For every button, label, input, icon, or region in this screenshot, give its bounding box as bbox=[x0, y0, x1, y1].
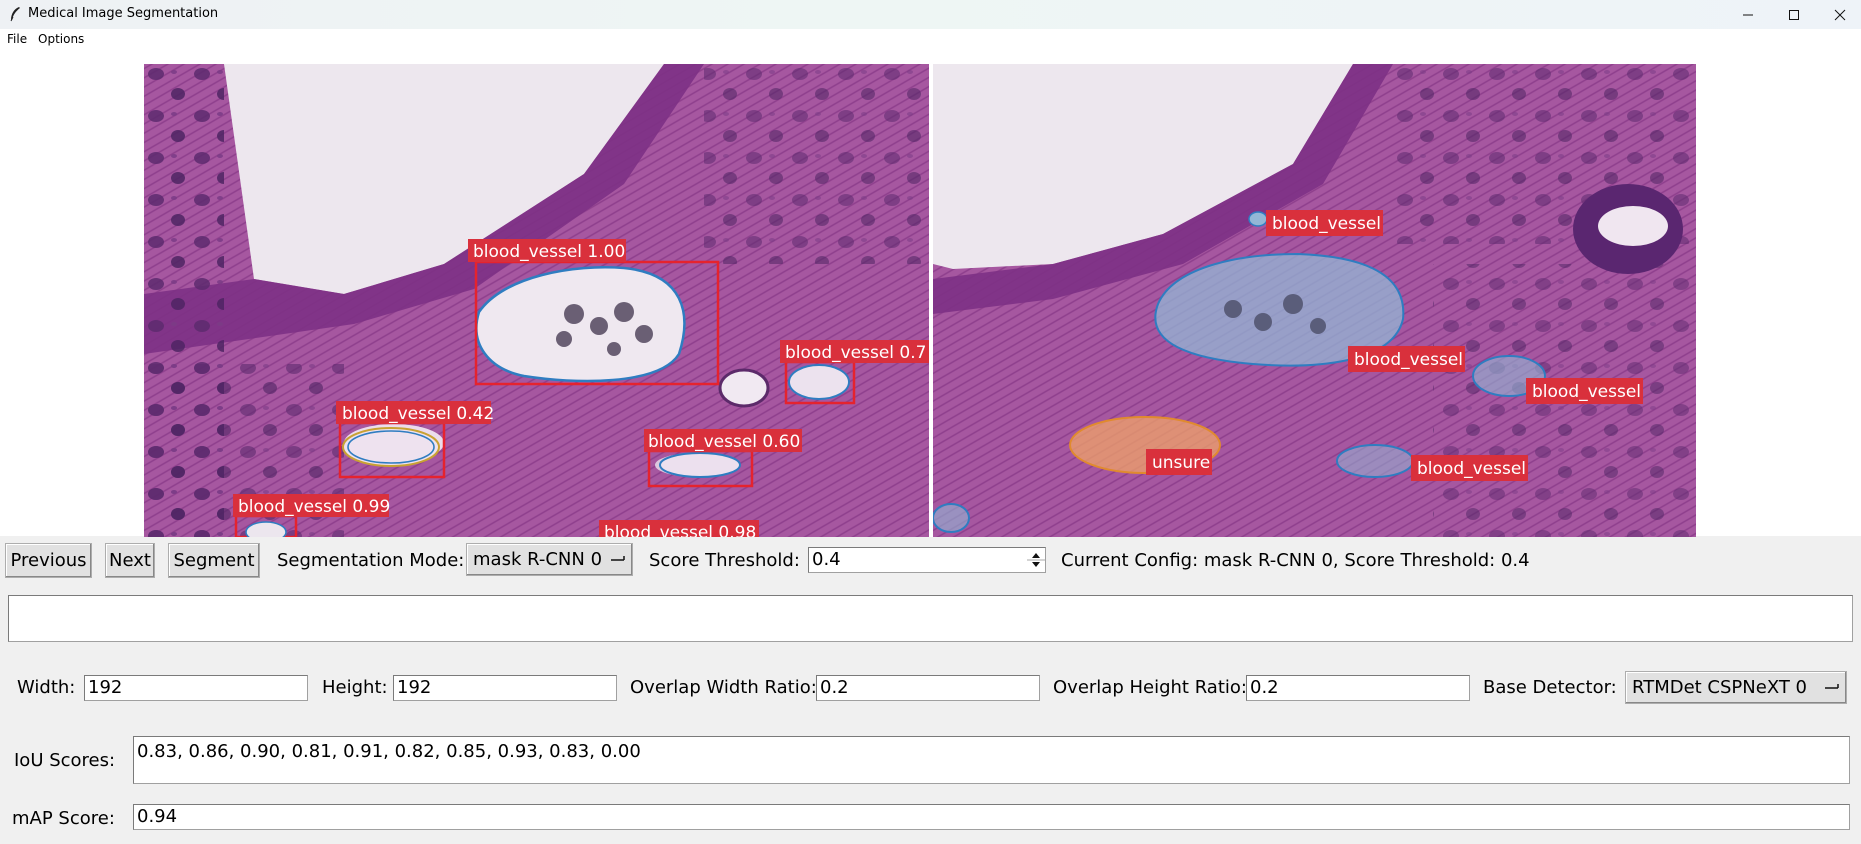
maximize-button[interactable] bbox=[1771, 0, 1817, 29]
detection-label: blood_vessel 0.99 bbox=[238, 497, 390, 517]
base-detector-value: RTMDet CSPNeXT 0 bbox=[1632, 677, 1808, 698]
prediction-image: blood_vessel 1.00 blood_vessel 0.7 blood… bbox=[144, 64, 929, 537]
menu-bar: File Options bbox=[0, 29, 1861, 49]
overlap-width-ratio-input[interactable]: 0.2 bbox=[816, 675, 1040, 701]
next-button[interactable]: Next bbox=[105, 543, 155, 578]
annotation-label: blood_vessel bbox=[1272, 214, 1381, 234]
detection-label: blood_vessel 1.00 bbox=[473, 242, 625, 262]
score-threshold-value: 0.4 bbox=[812, 549, 841, 570]
title-bar: Medical Image Segmentation bbox=[0, 0, 1861, 29]
annotation-label: blood_vessel bbox=[1354, 350, 1463, 370]
annotation-label: blood_vessel bbox=[1417, 459, 1526, 479]
score-threshold-label: Score Threshold: bbox=[649, 550, 800, 571]
window-title: Medical Image Segmentation bbox=[28, 6, 219, 21]
width-input[interactable]: 192 bbox=[84, 675, 308, 701]
maximize-icon bbox=[1789, 9, 1799, 20]
base-detector-dropdown[interactable]: RTMDet CSPNeXT 0 bbox=[1625, 671, 1847, 704]
close-button[interactable] bbox=[1817, 0, 1861, 29]
detection-label: blood_vessel 0.98 bbox=[604, 523, 756, 537]
ground-truth-image: blood_vessel blood_vessel blood_vessel u… bbox=[933, 64, 1696, 537]
detection-label: blood_vessel 0.7 bbox=[785, 343, 926, 363]
dropdown-arrow-icon bbox=[611, 556, 625, 561]
height-input[interactable]: 192 bbox=[393, 675, 617, 701]
status-text-box[interactable] bbox=[8, 595, 1853, 642]
overlap-width-ratio-label: Overlap Width Ratio: bbox=[630, 677, 817, 698]
segmentation-mode-value: mask R-CNN 0 bbox=[473, 549, 603, 570]
close-icon bbox=[1834, 9, 1846, 20]
image-display-area: blood_vessel 1.00 blood_vessel 0.7 blood… bbox=[0, 49, 1861, 537]
previous-button[interactable]: Previous bbox=[5, 543, 92, 578]
minimize-button[interactable] bbox=[1725, 0, 1771, 29]
minimize-icon bbox=[1743, 14, 1753, 15]
iou-scores-label: IoU Scores: bbox=[14, 750, 116, 771]
height-label: Height: bbox=[322, 677, 388, 698]
menu-options[interactable]: Options bbox=[38, 32, 84, 46]
prediction-image-panel: blood_vessel 1.00 blood_vessel 0.7 blood… bbox=[144, 64, 929, 537]
annotation-label: blood_vessel bbox=[1532, 382, 1641, 402]
width-label: Width: bbox=[17, 677, 76, 698]
base-detector-label: Base Detector: bbox=[1483, 677, 1617, 698]
iou-scores-value: 0.83, 0.86, 0.90, 0.81, 0.91, 0.82, 0.85… bbox=[137, 741, 641, 762]
segmentation-mode-label: Segmentation Mode: bbox=[277, 550, 465, 571]
detection-label: blood_vessel 0.42 bbox=[342, 404, 494, 424]
segmentation-mode-dropdown[interactable]: mask R-CNN 0 bbox=[466, 543, 633, 576]
spin-up-down-icon bbox=[1027, 553, 1045, 567]
score-threshold-spinbox[interactable]: 0.4 bbox=[808, 547, 1046, 573]
map-score-box[interactable]: 0.94 bbox=[133, 804, 1850, 830]
overlap-height-ratio-label: Overlap Height Ratio: bbox=[1053, 677, 1247, 698]
overlap-height-ratio-input[interactable]: 0.2 bbox=[1246, 675, 1470, 701]
map-score-label: mAP Score: bbox=[12, 808, 115, 829]
segment-button[interactable]: Segment bbox=[168, 543, 260, 578]
dropdown-arrow-icon bbox=[1825, 684, 1839, 689]
annotation-label: unsure bbox=[1152, 453, 1210, 473]
ground-truth-image-panel: blood_vessel blood_vessel blood_vessel u… bbox=[933, 64, 1696, 537]
iou-scores-box[interactable]: 0.83, 0.86, 0.90, 0.81, 0.91, 0.82, 0.85… bbox=[133, 736, 1850, 784]
app-feather-icon bbox=[10, 7, 20, 22]
current-config-text: Current Config: mask R-CNN 0, Score Thre… bbox=[1061, 550, 1530, 571]
detection-label: blood_vessel 0.60 bbox=[648, 432, 800, 452]
menu-file[interactable]: File bbox=[7, 32, 27, 46]
spinbox-arrows[interactable] bbox=[1027, 548, 1045, 572]
